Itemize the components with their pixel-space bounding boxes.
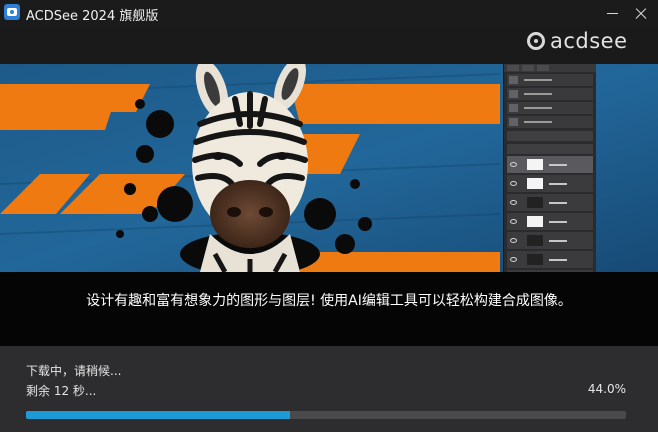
installer-window: ACDSee 2024 旗舰版 acdsee 设计有趣和富有想象力的图形与图层!… xyxy=(0,0,658,432)
title-bar[interactable]: ACDSee 2024 旗舰版 xyxy=(0,0,658,28)
download-status: 下载中，请稍候... xyxy=(26,364,122,378)
layers-panel-mock xyxy=(503,64,596,272)
download-progress-section: 下载中，请稍候... 剩余 12 秒... 44.0% xyxy=(0,346,658,432)
progress-percent: 44.0% xyxy=(587,382,626,396)
progress-bar-fill xyxy=(26,411,290,419)
acdsee-logo: acdsee xyxy=(527,28,628,54)
brand-header: acdsee xyxy=(0,28,658,64)
feature-caption: 设计有趣和富有想象力的图形与图层! 使用AI编辑工具可以轻松构建合成图像。 xyxy=(0,272,658,346)
minimize-icon[interactable] xyxy=(600,3,626,23)
logo-text: acdsee xyxy=(550,29,628,53)
acdsee-logo-icon xyxy=(527,32,545,50)
caption-text: 设计有趣和富有想象力的图形与图层! 使用AI编辑工具可以轻松构建合成图像。 xyxy=(86,293,572,309)
time-remaining: 剩余 12 秒... xyxy=(26,384,97,398)
close-icon[interactable] xyxy=(628,3,654,23)
promo-banner-image xyxy=(0,64,658,272)
progress-bar xyxy=(26,411,626,419)
app-icon xyxy=(4,4,20,20)
window-title: ACDSee 2024 旗舰版 xyxy=(26,9,159,24)
